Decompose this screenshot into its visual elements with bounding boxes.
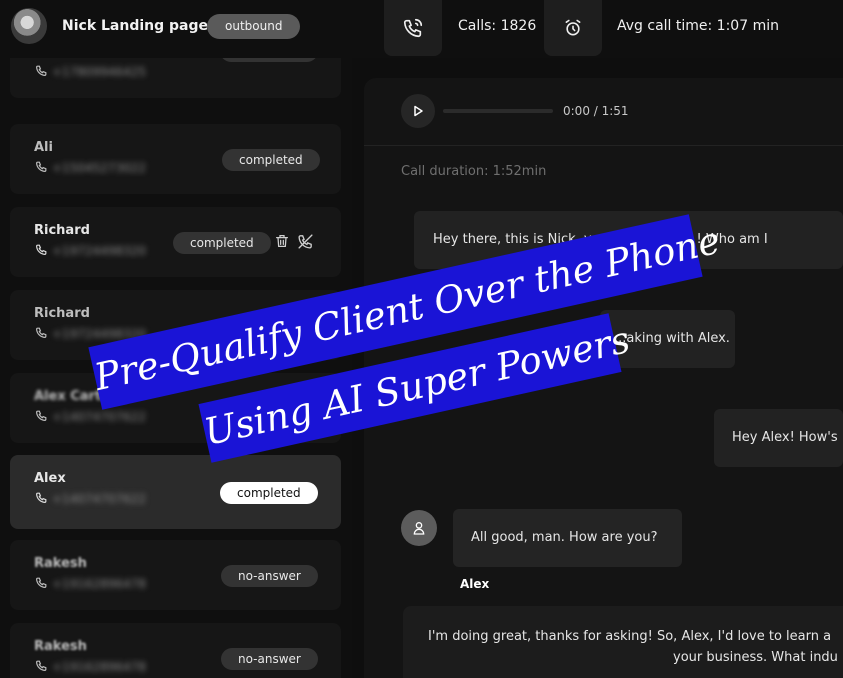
call-duration: Call duration: 1:52min [401, 164, 547, 179]
top-header: Nick Landing page outbound Calls: 1826 A… [0, 0, 843, 58]
status-badge: completed [222, 149, 320, 171]
agent-name: Nick Landing page [62, 18, 209, 34]
caller-name: Ali [34, 140, 53, 155]
user-avatar [401, 510, 437, 546]
calls-stat-icon-box [384, 0, 442, 56]
status-badge: completed [220, 482, 318, 504]
call-number: +15045273022 [52, 161, 147, 175]
call-list-item[interactable]: Richard +19724498320 completed [10, 207, 341, 277]
alarm-clock-icon [565, 19, 581, 36]
caller-name: Rakesh [34, 639, 87, 654]
phone-icon [36, 327, 47, 338]
agent-message: I'm doing great, thanks for asking! So, … [403, 606, 843, 678]
phone-icon [36, 410, 47, 421]
agent-avatar [11, 8, 47, 44]
caller-name: Rakesh [34, 556, 87, 571]
call-list-item[interactable]: Rakesh +19162896478 no-answer [10, 623, 341, 678]
status-badge: completed [173, 232, 271, 254]
status-badge: no-answer [221, 648, 318, 670]
user-icon [413, 522, 425, 535]
phone-calling-icon [403, 18, 423, 38]
phone-icon [36, 244, 47, 255]
agent-message-line: I'm doing great, thanks for asking! So, … [428, 629, 832, 644]
call-list-item[interactable]: Rakesh +19162896478 no-answer [10, 540, 341, 610]
caller-name: Alex [34, 471, 66, 486]
call-number: +17809946425 [52, 65, 147, 79]
phone-off-icon[interactable] [297, 233, 314, 250]
user-message: All good, man. How are you? [453, 509, 682, 567]
status-badge: no-answer [221, 565, 318, 587]
play-button[interactable] [401, 94, 435, 128]
phone-icon [36, 161, 47, 172]
caller-name: Richard [34, 223, 90, 238]
user-message-sender: Alex [460, 577, 490, 591]
call-number: +19162896478 [52, 577, 147, 591]
caller-name: Richard [34, 306, 90, 321]
avg-time-stat-icon-box [544, 0, 602, 56]
trash-icon[interactable] [274, 233, 290, 249]
play-icon [414, 105, 423, 117]
calls-count: Calls: 1826 [458, 18, 537, 34]
status-badge: completed [220, 58, 318, 62]
call-list-item[interactable]: +17809946425 completed [10, 58, 341, 98]
phone-icon [36, 492, 47, 503]
audio-time: 0:00 / 1:51 [563, 104, 629, 118]
call-number: +14074707622 [52, 492, 147, 506]
audio-player: 0:00 / 1:51 [364, 78, 843, 146]
agent-message: Hey Alex! How's [714, 409, 843, 467]
call-number: +14074707622 [52, 410, 147, 424]
agent-message-line: your business. What indu [673, 650, 838, 665]
phone-icon [36, 577, 47, 588]
phone-icon [36, 65, 47, 76]
phone-icon [36, 660, 47, 671]
call-list-item[interactable]: Ali +15045273022 completed [10, 124, 341, 194]
direction-badge[interactable]: outbound [207, 14, 301, 39]
audio-progress-bar[interactable] [443, 109, 553, 113]
call-list-item-active[interactable]: Alex +14074707622 completed [10, 455, 341, 529]
call-number: +19162896478 [52, 660, 147, 674]
call-number: +19724498320 [52, 244, 147, 258]
avg-call-time: Avg call time: 1:07 min [617, 18, 779, 34]
